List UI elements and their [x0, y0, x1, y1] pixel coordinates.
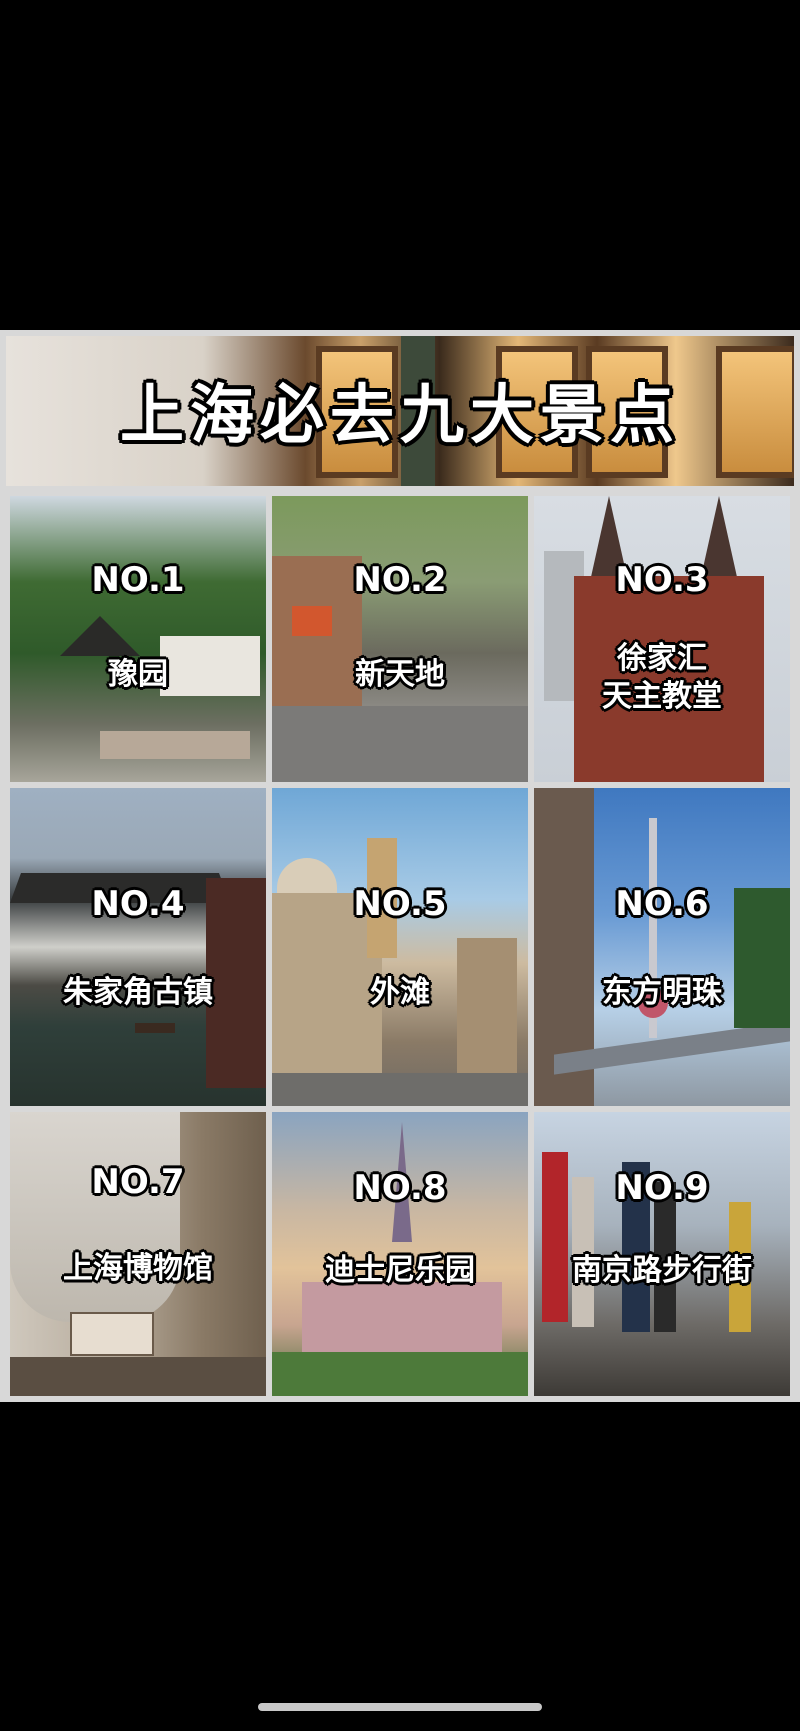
spot-name-line-2: 天主教堂	[602, 679, 722, 714]
spot-tile-8: NO.8 迪士尼乐园	[272, 1112, 528, 1396]
spot-name: 外滩	[370, 975, 430, 1010]
spot-number: NO.5	[353, 884, 447, 924]
spot-number: NO.1	[91, 560, 185, 600]
boat-image	[135, 1023, 175, 1033]
display-case-image	[70, 1312, 154, 1356]
spot-number: NO.8	[353, 1168, 447, 1208]
spot-tile-1: NO.1 豫园	[10, 496, 266, 782]
spot-name: 徐家汇	[617, 641, 707, 676]
title-banner: 上海必去九大景点	[6, 336, 794, 486]
spot-tile-7: NO.7 上海博物馆	[10, 1112, 266, 1396]
pavilion-roof-image	[60, 616, 140, 656]
spot-name: 朱家角古镇	[63, 975, 213, 1010]
spot-tile-3: NO.3 徐家汇 天主教堂	[534, 496, 790, 782]
poster-title: 上海必去九大景点	[120, 379, 680, 453]
spot-tile-5: NO.5 外滩	[272, 788, 528, 1106]
castle-image	[302, 1282, 502, 1362]
spot-name: 豫园	[108, 657, 168, 692]
street-image	[272, 706, 528, 782]
spot-number: NO.7	[91, 1162, 185, 1202]
spot-name: 上海博物馆	[63, 1251, 213, 1286]
spot-tile-4: NO.4 朱家角古镇	[10, 788, 266, 1106]
spot-name: 南京路步行街	[572, 1253, 752, 1288]
poster-card: 上海必去九大景点 NO.1 豫园 NO.2 新天地 NO.3 徐家汇 天主教堂	[0, 330, 800, 1402]
spots-grid: NO.1 豫园 NO.2 新天地 NO.3 徐家汇 天主教堂 NO.4 朱家角古…	[6, 492, 794, 1396]
spot-number: NO.3	[615, 560, 709, 600]
stone-bridge-image	[100, 731, 250, 759]
spot-tile-9: NO.9 南京路步行街	[534, 1112, 790, 1396]
spot-name: 东方明珠	[602, 975, 722, 1010]
spot-number: NO.2	[353, 560, 447, 600]
floor-image	[10, 1357, 266, 1396]
garden-image	[272, 1352, 528, 1396]
spot-number: NO.4	[91, 884, 185, 924]
spot-number: NO.6	[615, 884, 709, 924]
red-flowers-image	[292, 606, 332, 636]
road-image	[272, 1073, 528, 1106]
home-indicator[interactable]	[258, 1703, 542, 1711]
spot-tile-2: NO.2 新天地	[272, 496, 528, 782]
spot-number: NO.9	[615, 1168, 709, 1208]
spot-name: 新天地	[355, 657, 445, 692]
spot-name: 迪士尼乐园	[325, 1253, 475, 1288]
spot-tile-6: NO.6 东方明珠	[534, 788, 790, 1106]
glass-case-image	[10, 1112, 180, 1322]
